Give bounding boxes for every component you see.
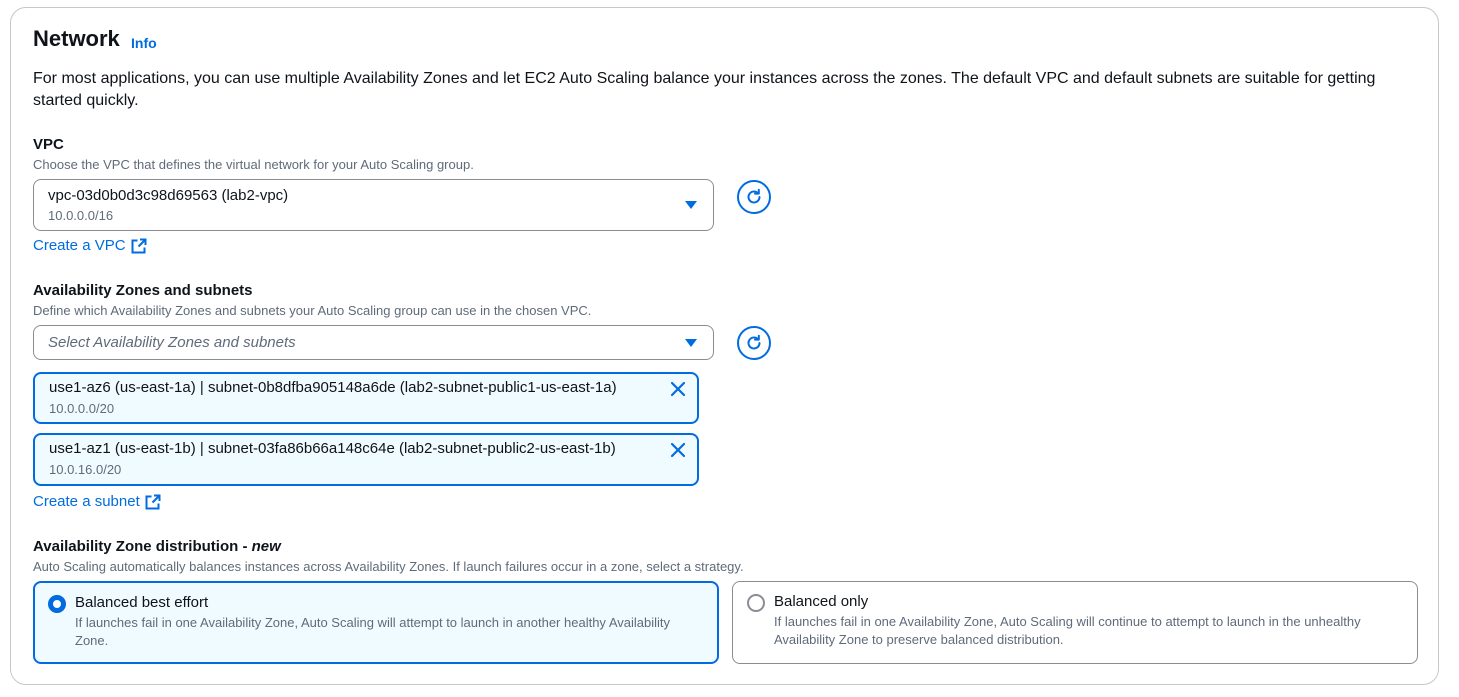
caret-down-icon [685, 339, 697, 347]
vpc-refresh-button[interactable] [737, 180, 771, 214]
radio-title: Balanced only [774, 593, 869, 610]
vpc-select[interactable]: vpc-03d0b0d3c98d69563 (lab2-vpc) 10.0.0.… [33, 179, 714, 231]
radio-balanced-only[interactable]: Balanced only If launches fail in one Av… [732, 581, 1418, 664]
section-title: Network [33, 26, 120, 51]
subnets-placeholder: Select Availability Zones and subnets [48, 334, 296, 351]
radio-button-unselected[interactable] [747, 594, 765, 612]
create-subnet-link-label: Create a subnet [33, 493, 140, 510]
section-description: For most applications, you can use multi… [33, 70, 1376, 109]
distribution-hint: Auto Scaling automatically balances inst… [33, 559, 744, 574]
subnets-refresh-button[interactable] [737, 326, 771, 360]
radio-description: If launches fail in one Availability Zon… [774, 614, 1361, 647]
caret-down-icon [685, 201, 697, 209]
subnet-token-cidr: 10.0.0.0/20 [49, 401, 115, 416]
distribution-label: Availability Zone distribution - new [33, 538, 281, 555]
refresh-icon [747, 188, 761, 204]
info-link[interactable]: Info [131, 35, 157, 51]
close-icon[interactable] [669, 441, 687, 459]
vpc-selected-cidr: 10.0.0.0/16 [48, 208, 114, 223]
radio-description: If launches fail in one Availability Zon… [75, 615, 670, 648]
distribution-label-text: Availability Zone distribution - [33, 538, 252, 555]
refresh-icon [747, 334, 761, 350]
create-vpc-link-label: Create a VPC [33, 237, 126, 254]
external-link-icon [131, 238, 147, 253]
external-link-icon [145, 494, 161, 509]
create-vpc-link[interactable]: Create a VPC [33, 237, 147, 254]
radio-balanced-best-effort[interactable]: Balanced best effort If launches fail in… [33, 581, 719, 664]
vpc-label: VPC [33, 136, 64, 153]
radio-button-selected[interactable] [48, 595, 66, 613]
vpc-selected-value: vpc-03d0b0d3c98d69563 (lab2-vpc) [48, 187, 289, 204]
subnet-token-label: use1-az1 (us-east-1b) | subnet-03fa86b66… [49, 440, 616, 457]
close-icon[interactable] [669, 380, 687, 398]
subnet-token: use1-az6 (us-east-1a) | subnet-0b8dfba90… [33, 372, 699, 424]
subnet-token-cidr: 10.0.16.0/20 [49, 462, 122, 477]
create-subnet-link[interactable]: Create a subnet [33, 493, 161, 510]
radio-title: Balanced best effort [75, 594, 209, 611]
subnets-select[interactable]: Select Availability Zones and subnets [33, 325, 714, 360]
subnets-hint: Define which Availability Zones and subn… [33, 303, 592, 318]
subnet-token: use1-az1 (us-east-1b) | subnet-03fa86b66… [33, 433, 699, 486]
new-badge: new [251, 538, 281, 555]
subnet-token-label: use1-az6 (us-east-1a) | subnet-0b8dfba90… [49, 379, 617, 396]
subnets-label: Availability Zones and subnets [33, 282, 253, 299]
vpc-hint: Choose the VPC that defines the virtual … [33, 157, 474, 172]
